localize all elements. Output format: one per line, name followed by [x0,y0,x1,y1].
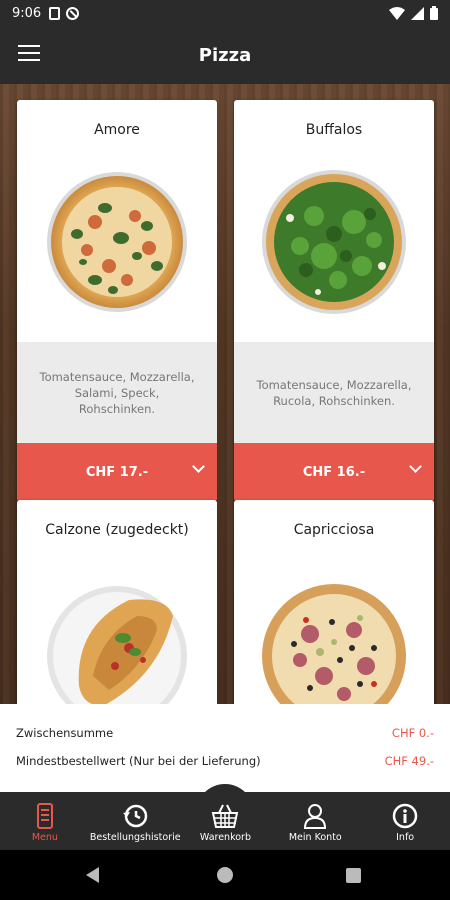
minimum-order-label: Mindestbestellwert (Nur bei der Lieferun… [16,754,261,768]
wifi-icon [389,6,405,20]
product-name: Capricciosa [293,522,375,538]
subtotal-row: Zwischensumme CHF 0.- [16,726,434,754]
nav-account[interactable]: Mein Konto [270,792,360,850]
minimum-order-row: Mindestbestellwert (Nur bei der Lieferun… [16,754,434,782]
back-icon[interactable] [86,867,99,883]
order-summary: Zwischensumme CHF 0.- Mindestbestellwert… [0,704,450,792]
page-title: Pizza [198,44,252,66]
subtotal-value: CHF 0.- [391,726,434,740]
product-image [234,556,434,704]
bottom-navigation: Menu Bestellungshistorie Warenkorb Mein … [0,784,450,850]
nav-label: Info [396,832,415,843]
product-name: Calzone (zugedeckt) [45,522,189,538]
system-navigation-bar [0,850,450,900]
nav-cart[interactable]: Warenkorb [181,784,271,850]
nav-label: Bestellungshistorie [89,832,181,843]
nav-label: Warenkorb [199,832,251,843]
chevron-down-icon [409,460,422,473]
history-icon [123,804,148,828]
hamburger-menu-icon[interactable] [18,45,40,63]
product-description: Tomatensauce, Mozzarella, Salami, Speck,… [17,342,217,443]
product-name: Buffalos [305,122,363,138]
info-icon [392,803,418,829]
account-icon [304,804,327,829]
product-name: Amore [94,122,140,138]
nav-history[interactable]: Bestellungshistorie [90,792,181,850]
nav-label: Menu [31,832,58,843]
price-button[interactable]: CHF 17.- [17,443,217,501]
product-card-capricciosa[interactable]: Capricciosa [234,500,434,704]
home-icon[interactable] [217,867,233,883]
chevron-down-icon [192,460,205,473]
product-card-calzone[interactable]: Calzone (zugedeckt) [17,500,217,704]
price-label: CHF 17.- [85,464,149,480]
subtotal-label: Zwischensumme [16,726,114,740]
product-description: Tomatensauce, Mozzarella, Rucola, Rohsch… [234,342,434,443]
app-bar: Pizza [0,26,450,84]
sd-card-icon [49,6,61,20]
status-bar: 9:06 [0,0,450,26]
nav-menu[interactable]: Menu [0,792,90,850]
signal-icon [411,6,424,20]
product-card-buffalos[interactable]: Buffalos Tomatensauce, Mozzarella, Rucol… [234,100,434,501]
product-grid: Amore Tomatensauce, Mozzarella, Salami, … [0,84,450,704]
basket-icon [212,804,239,828]
nav-label: Mein Konto [288,832,342,843]
nav-info[interactable]: Info [360,792,450,850]
status-time: 9:06 [12,5,42,21]
menu-phone-icon [36,803,53,829]
price-label: CHF 16.- [302,464,366,480]
product-image [17,156,217,342]
product-card-amore[interactable]: Amore Tomatensauce, Mozzarella, Salami, … [17,100,217,501]
recent-apps-icon[interactable] [346,868,361,883]
battery-icon [430,6,438,20]
data-saver-icon [66,6,80,20]
price-button[interactable]: CHF 16.- [234,443,434,501]
minimum-order-value: CHF 49.- [384,754,434,768]
product-image [17,556,217,704]
product-image [234,156,434,342]
